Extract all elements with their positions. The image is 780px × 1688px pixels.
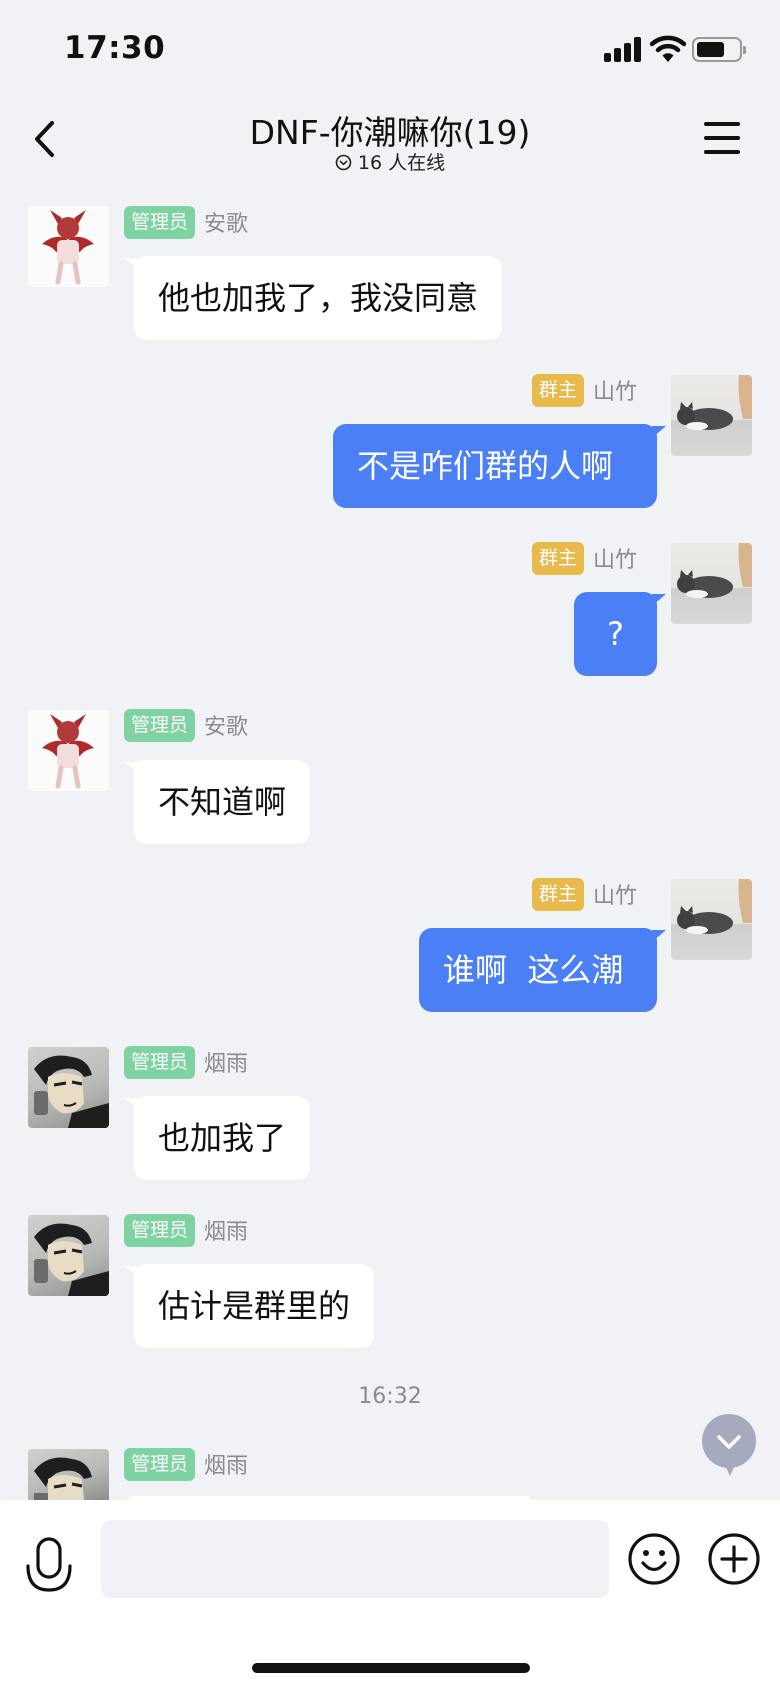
message-bubble[interactable]: 也加我了: [124, 1096, 311, 1180]
online-count: 16 人在线: [0, 148, 780, 175]
admin-badge: 管理员: [124, 1213, 196, 1247]
cat-avatar-icon: [677, 879, 752, 934]
input-bar: [0, 1500, 780, 1688]
sender-name[interactable]: 安歌: [204, 206, 248, 238]
sender-name[interactable]: 烟雨: [204, 1214, 248, 1246]
admin-badge: 管理员: [124, 205, 196, 239]
avatar[interactable]: [28, 1449, 109, 1500]
cat-avatar-icon: [677, 543, 752, 598]
avatar[interactable]: [28, 710, 109, 791]
message-bubble[interactable]: 他也加我了，我没同意: [124, 256, 503, 340]
sender-name[interactable]: 山竹: [593, 542, 637, 574]
cat-avatar-icon: [677, 375, 752, 430]
message-meta: 群主 山竹: [532, 541, 637, 575]
status-bar: 17:30: [0, 0, 780, 100]
message-input[interactable]: [101, 1520, 609, 1598]
wifi-icon: [649, 33, 687, 63]
anime-avatar-icon: [34, 1055, 109, 1128]
owner-badge: 群主: [532, 373, 585, 407]
avatar[interactable]: [28, 1215, 109, 1296]
message-meta: 管理员 烟雨: [124, 1213, 248, 1247]
voice-button[interactable]: [24, 1536, 74, 1598]
avatar[interactable]: [671, 543, 752, 624]
message-bubble[interactable]: 估计是群里的: [124, 1264, 375, 1348]
status-time: 17:30: [64, 30, 166, 66]
avatar[interactable]: [28, 206, 109, 287]
anime-avatar-icon: [34, 1457, 92, 1500]
sender-name[interactable]: 山竹: [593, 374, 637, 406]
cellular-signal-icon: [604, 36, 644, 62]
devil-avatar-icon: [42, 210, 94, 285]
message-meta: 群主 山竹: [532, 373, 637, 407]
emoji-button[interactable]: [627, 1532, 681, 1586]
message-bubble[interactable]: 谁啊 这么潮: [419, 928, 666, 1012]
message-bubble[interactable]: ?: [574, 592, 666, 676]
devil-avatar-icon: [42, 714, 94, 789]
message-bubble[interactable]: 不知道啊: [124, 760, 311, 844]
sender-name[interactable]: 安歌: [204, 709, 248, 741]
chat-header: DNF-你潮嘛你(19) 16 人在线: [0, 100, 780, 180]
more-button[interactable]: [707, 1532, 761, 1586]
message-meta: 群主 山竹: [532, 877, 637, 911]
sender-name[interactable]: 山竹: [593, 878, 637, 910]
sender-name[interactable]: 烟雨: [204, 1046, 248, 1078]
home-indicator: [252, 1663, 530, 1673]
online-status-icon: [335, 154, 352, 171]
avatar[interactable]: [28, 1047, 109, 1128]
message-meta: 管理员 烟雨: [124, 1447, 248, 1481]
battery-icon: [692, 37, 746, 62]
message-meta: 管理员 安歌: [124, 708, 248, 742]
message-timestamp: 16:32: [358, 1384, 422, 1409]
message-meta: 管理员 安歌: [124, 205, 248, 239]
smiley-icon: [628, 1533, 680, 1585]
sender-name[interactable]: 烟雨: [204, 1448, 248, 1480]
menu-button[interactable]: [700, 118, 746, 158]
anime-avatar-icon: [34, 1223, 109, 1296]
scroll-to-bottom-button[interactable]: [702, 1414, 756, 1476]
avatar[interactable]: [671, 375, 752, 456]
message-bubble[interactable]: 不是咋们群的人啊: [333, 424, 666, 508]
owner-badge: 群主: [532, 877, 585, 911]
plus-circle-icon: [708, 1533, 760, 1585]
admin-badge: 管理员: [124, 1447, 196, 1481]
chevron-down-icon: [717, 1435, 741, 1449]
group-title[interactable]: DNF-你潮嘛你(19): [0, 106, 780, 154]
owner-badge: 群主: [532, 541, 585, 575]
admin-badge: 管理员: [124, 708, 196, 742]
message-meta: 管理员 烟雨: [124, 1045, 248, 1079]
admin-badge: 管理员: [124, 1045, 196, 1079]
microphone-icon: [26, 1537, 72, 1592]
avatar[interactable]: [671, 879, 752, 960]
online-count-label: 16 人在线: [357, 152, 446, 174]
